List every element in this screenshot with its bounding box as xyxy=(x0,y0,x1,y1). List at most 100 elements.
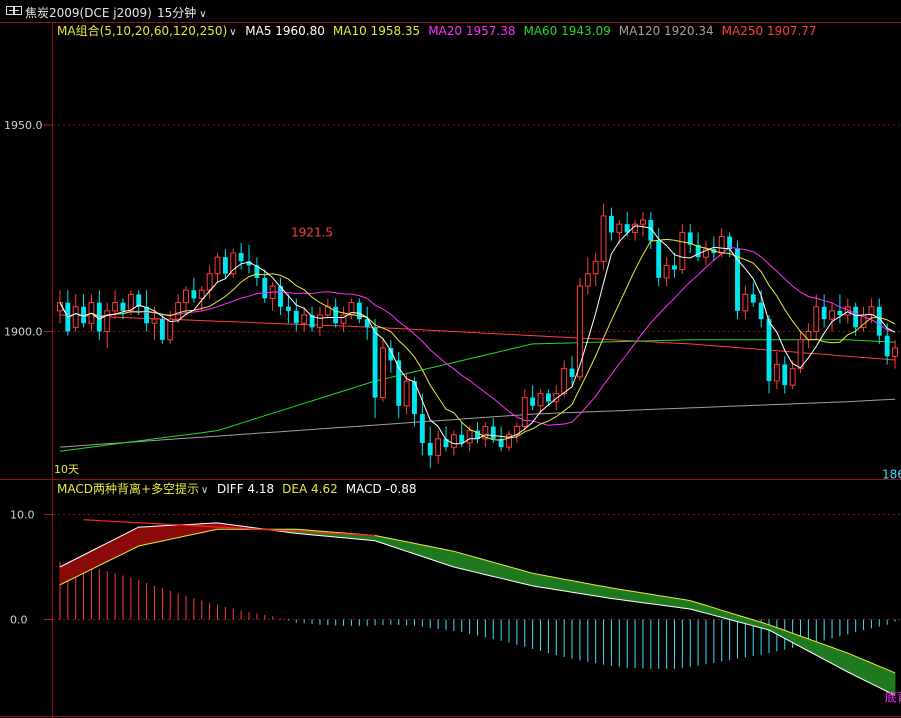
price-tick-label: 1900.0 xyxy=(4,326,43,339)
indicator-value: MA60 1943.09 xyxy=(523,24,610,38)
candle xyxy=(419,393,425,456)
indicator-value: MACD -0.88 xyxy=(346,482,417,496)
candle xyxy=(356,298,362,324)
price-extreme-label: 1921.5 xyxy=(291,226,333,240)
candle-body xyxy=(789,368,796,386)
candle xyxy=(711,236,717,262)
candle xyxy=(703,240,709,266)
candle xyxy=(632,220,639,241)
candle xyxy=(821,294,827,328)
macd-fill-segment xyxy=(469,555,478,574)
candle-body xyxy=(592,260,599,275)
candle xyxy=(96,290,102,340)
price-extreme-label: 1867.0 xyxy=(882,468,901,482)
candle xyxy=(396,352,402,419)
candle-body xyxy=(144,306,150,324)
candle-body xyxy=(466,430,473,444)
macd-fill-segment xyxy=(461,553,470,572)
indicator-title[interactable]: MACD两种背离+多空提示 xyxy=(57,481,199,496)
candle-body xyxy=(419,414,425,443)
candle-body xyxy=(679,231,686,271)
candle-body xyxy=(821,306,827,320)
candle xyxy=(600,203,607,270)
macd-legend: MACD两种背离+多空提示 ∨ DIFF 4.18 DEA 4.62 MACD -0.8… xyxy=(57,481,417,496)
candle-body xyxy=(530,397,536,406)
indicator-value: MA250 1907.77 xyxy=(722,24,817,38)
macd-fill-segment xyxy=(162,525,171,542)
candle xyxy=(427,426,433,468)
candle xyxy=(640,211,646,237)
candle xyxy=(608,207,614,241)
chart-canvas: 1950.01900.0 10.00.0 1921.51931.01867.0 … xyxy=(0,22,901,718)
candle-body xyxy=(616,223,623,233)
candle-body xyxy=(175,302,182,320)
candle xyxy=(498,426,504,452)
candle-body xyxy=(490,426,496,439)
candle-body xyxy=(718,236,725,254)
candle-body xyxy=(569,368,575,377)
macd-fill-segment xyxy=(146,525,155,545)
indicator-value: MA10 1958.35 xyxy=(333,24,420,38)
candle-body xyxy=(663,264,670,279)
candle-body xyxy=(640,219,646,225)
candle-body xyxy=(198,289,205,299)
candle-body xyxy=(435,438,442,456)
candle-body xyxy=(853,306,859,328)
chevron-down-icon[interactable]: ∨ xyxy=(201,485,208,496)
candle-body xyxy=(584,273,591,287)
candle xyxy=(592,253,599,287)
indicator-title[interactable]: MA组合(5,10,20,60,120,250) xyxy=(57,23,227,38)
macd-fill-segment xyxy=(548,575,557,591)
candle-body xyxy=(238,253,244,262)
candle xyxy=(561,360,568,398)
candle-body xyxy=(104,310,111,333)
candle xyxy=(388,339,394,373)
candle-body xyxy=(773,364,780,382)
candle-body xyxy=(380,347,386,399)
macd-fill-segment xyxy=(453,550,463,570)
candle-body xyxy=(262,277,268,299)
candle xyxy=(348,298,355,320)
candle-body xyxy=(884,335,890,357)
candle-body xyxy=(96,302,102,332)
candle xyxy=(829,302,835,332)
macd-fill-segment xyxy=(532,572,541,588)
candle xyxy=(530,385,536,410)
divergence-label: 底背离 xyxy=(885,689,901,704)
candle-body xyxy=(450,434,457,448)
candle xyxy=(364,306,370,340)
candle-body xyxy=(167,318,174,341)
indicator-value: MA20 1957.38 xyxy=(428,24,515,38)
candle-body xyxy=(892,347,899,357)
macd-fill-segment xyxy=(154,525,163,543)
candle xyxy=(805,323,812,349)
candle xyxy=(782,356,788,394)
macd-tick-label: 10.0 xyxy=(10,509,35,522)
candle-body xyxy=(427,442,433,456)
macd-fill-segment xyxy=(138,526,147,547)
indicator-value: MA5 1960.80 xyxy=(245,24,325,38)
candle xyxy=(837,294,843,324)
macd-fill-segment xyxy=(492,561,502,579)
candle xyxy=(159,314,165,344)
macd-fill-segment xyxy=(603,586,612,599)
macd-fill-segment xyxy=(540,574,549,589)
diff-line xyxy=(59,522,896,696)
candle xyxy=(506,430,512,452)
candle-body xyxy=(112,302,119,312)
candle-body xyxy=(766,319,772,382)
candle-body xyxy=(537,392,544,407)
macd-fill-segment xyxy=(634,591,644,604)
candle xyxy=(412,376,417,427)
candlestick-series xyxy=(56,203,899,468)
candle-body xyxy=(183,289,189,304)
candle-body xyxy=(797,339,804,370)
candle xyxy=(324,298,331,320)
candle-body xyxy=(333,306,339,324)
macd-fill-segment xyxy=(563,578,573,593)
chevron-down-icon[interactable]: ∨ xyxy=(229,27,236,38)
candle-body xyxy=(750,294,756,303)
candle-body xyxy=(735,248,740,311)
candle-body xyxy=(561,368,568,394)
candle-body xyxy=(151,318,158,324)
